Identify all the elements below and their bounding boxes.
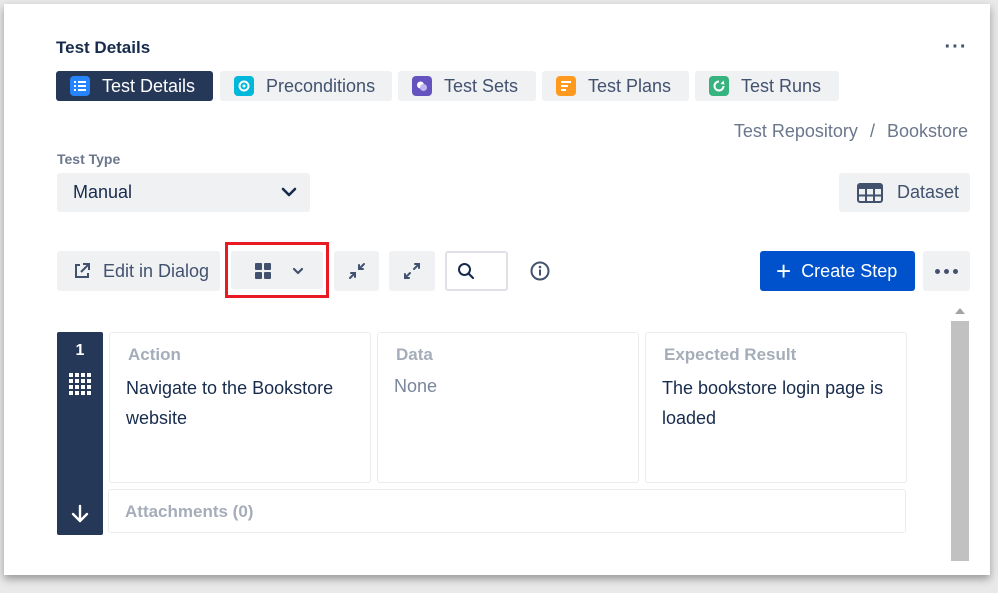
more-dot-icon [953,269,958,274]
tab-label: Test Details [102,76,195,97]
action-value: Navigate to the Bookstore website [126,373,356,433]
tab-test-runs[interactable]: Test Runs [695,71,839,101]
tab-label: Test Sets [444,76,518,97]
tab-label: Test Plans [588,76,671,97]
search-steps-input[interactable] [445,251,508,291]
grid-view-icon [255,263,271,279]
arrow-down-icon[interactable] [70,504,90,524]
info-icon[interactable] [529,260,551,282]
collapse-icon [347,261,367,281]
attachments-section[interactable]: Attachments (0) [108,489,906,533]
search-icon [457,262,475,280]
data-header: Data [396,345,433,365]
expand-all-button[interactable] [389,251,435,291]
scrollbar-thumb[interactable] [951,321,969,561]
collapse-all-button[interactable] [334,251,379,291]
vertical-scrollbar[interactable] [951,303,969,561]
step-action-cell[interactable]: Action Navigate to the Bookstore website [109,332,371,483]
dataset-label: Dataset [897,182,959,203]
test-type-label: Test Type [57,151,120,167]
data-value: None [394,371,437,401]
external-link-icon [73,262,91,280]
expected-result-value: The bookstore login page is loaded [662,373,897,433]
breadcrumb-separator: / [870,121,875,141]
precondition-icon [234,76,254,96]
chevron-down-icon [292,265,304,277]
expand-icon [402,261,422,281]
breadcrumb-root[interactable]: Test Repository [734,121,858,141]
more-actions-button[interactable] [923,251,970,291]
tab-test-plans[interactable]: Test Plans [542,71,689,101]
edit-in-dialog-button[interactable]: Edit in Dialog [57,251,220,291]
list-icon [70,76,90,96]
breadcrumb-current[interactable]: Bookstore [887,121,968,141]
table-icon [857,183,883,203]
panel-more-icon[interactable]: ··· [944,40,968,60]
action-header: Action [128,345,181,365]
test-details-panel: Test Details ··· Test Details Preconditi… [4,4,990,575]
tab-label: Preconditions [266,76,375,97]
tab-test-sets[interactable]: Test Sets [398,71,536,101]
view-mode-toggle-highlight [225,242,329,298]
create-step-button[interactable]: + Create Step [760,251,915,291]
tab-preconditions[interactable]: Preconditions [220,71,392,101]
view-mode-dropdown[interactable] [231,251,323,289]
test-plans-icon [556,76,576,96]
panel-title: Test Details [56,38,150,58]
expected-result-header: Expected Result [664,345,796,365]
more-dot-icon [935,269,940,274]
test-type-value: Manual [73,182,132,203]
more-dot-icon [944,269,949,274]
tab-label: Test Runs [741,76,821,97]
tab-test-details[interactable]: Test Details [56,71,213,101]
test-runs-icon [709,76,729,96]
breadcrumb: Test Repository / Bookstore [734,121,968,142]
plus-icon: + [776,261,791,281]
create-step-label: Create Step [801,261,897,282]
step-rail: 1 [57,332,103,535]
edit-in-dialog-label: Edit in Dialog [103,261,209,282]
step-expected-result-cell[interactable]: Expected Result The bookstore login page… [645,332,907,483]
dataset-button[interactable]: Dataset [839,173,970,212]
test-sets-icon [412,76,432,96]
test-type-select[interactable]: Manual [57,173,310,212]
scroll-up-icon[interactable] [955,308,965,314]
drag-handle-icon[interactable] [68,372,92,400]
step-data-cell[interactable]: Data None [377,332,639,483]
step-number: 1 [57,342,103,360]
attachments-label: Attachments (0) [125,502,253,522]
chevron-down-icon [280,183,298,201]
